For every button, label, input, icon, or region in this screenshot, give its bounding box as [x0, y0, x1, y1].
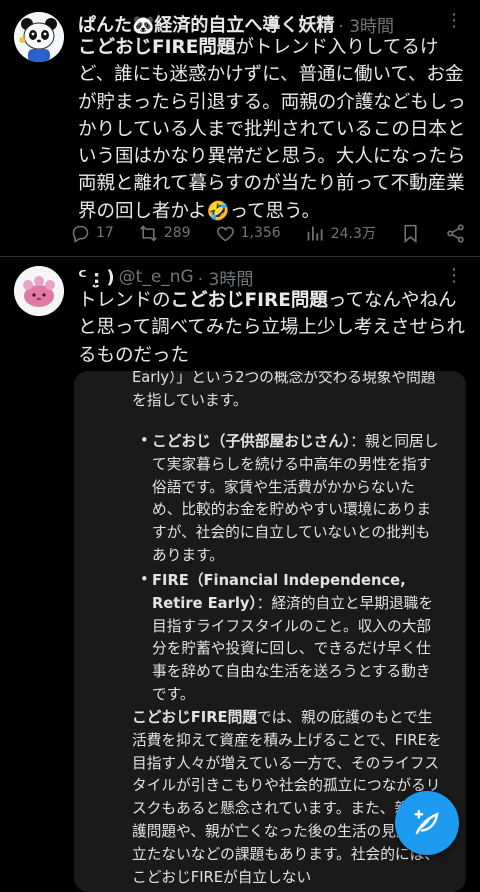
- post-1[interactable]: ぱんた🐼経済的自立へ導く妖精 · 3時間 ⋮ こどおじFIRE問題がトレンド入り…: [0, 0, 480, 256]
- bookmark-button[interactable]: [400, 223, 421, 244]
- card-paragraph: こどおじFIRE問題では、親の庇護のもとで生活費を抑えて資産を積み上げることで、…: [132, 707, 442, 889]
- view-count: 24.3万: [330, 226, 376, 242]
- card-intro-text: Early）」という2つの概念が交わる現象や問題を指しています。: [132, 371, 436, 409]
- more-options-icon[interactable]: ⋮: [445, 10, 464, 31]
- avatar[interactable]: [14, 266, 64, 316]
- hashtag-term[interactable]: こどおじFIRE問題: [171, 290, 328, 311]
- avatar[interactable]: [14, 12, 64, 62]
- like-button[interactable]: 1,356: [215, 223, 281, 244]
- card-paragraph-text: では、親の庇護のもとで生活費を抑えて資産を積み上げることで、FIREを目指す人々…: [132, 709, 442, 886]
- feather-plus-icon: [414, 809, 439, 835]
- user-handle[interactable]: @t_e_nG: [119, 267, 194, 287]
- more-options-icon[interactable]: ⋮: [445, 265, 464, 286]
- card-intro: Early）」という2つの概念が交わる現象や問題を指しています。: [132, 371, 442, 413]
- hashtag-term[interactable]: こどおじFIRE問題: [78, 37, 235, 58]
- bullet-1-term: こどおじ（子供部屋おじさん）: [152, 433, 351, 450]
- repost-button[interactable]: 289: [138, 223, 191, 244]
- creature-avatar-icon: [14, 266, 64, 316]
- compose-post-button[interactable]: [395, 791, 459, 855]
- reply-count: 17: [96, 225, 114, 241]
- share-button[interactable]: [445, 223, 466, 244]
- repost-icon: [139, 224, 157, 242]
- post-time[interactable]: · 3時間: [338, 12, 394, 37]
- views-button[interactable]: 24.3万: [305, 223, 376, 244]
- post-text: トレンドのこどおじFIRE問題ってなんやねんと思って調べてみたら立場上少し考えさ…: [78, 287, 466, 369]
- share-icon: [447, 223, 464, 243]
- card-bullet-1: こどおじ（子供部屋おじさん）：親と同居して実家暮らしを続ける中高年の男性を指す俗…: [152, 431, 442, 568]
- bullet-dot: •: [140, 432, 149, 449]
- reply-button[interactable]: 17: [70, 223, 114, 244]
- views-chart-icon: [307, 226, 323, 240]
- panda-avatar-icon: [14, 12, 64, 62]
- post-time[interactable]: · 3時間: [198, 265, 254, 290]
- display-name[interactable]: ᑦ :̤̮ ): [78, 267, 115, 288]
- card-bullet-2: FIRE（Financial Independence, Retire Earl…: [152, 570, 442, 707]
- post-text-rest: がトレンド入りしてるけど、誰にも迷惑かけずに、普通に働いて、お金が貯まったら引退…: [78, 37, 466, 222]
- reply-icon: [72, 225, 89, 243]
- like-count: 1,356: [240, 225, 281, 241]
- card-paragraph-term: こどおじFIRE問題: [132, 709, 257, 726]
- bullet-dot: •: [140, 571, 149, 588]
- action-bar: 17 289 1,356 24.3万: [70, 220, 466, 246]
- bookmark-icon: [404, 224, 417, 243]
- repost-count: 289: [163, 225, 191, 241]
- heart-icon: [216, 226, 234, 241]
- bullet-1-text: ：親と同居して実家暮らしを続ける中高年の男性を指す俗語です。家賃や生活費がかから…: [152, 433, 439, 564]
- post-text-pre: トレンドの: [78, 290, 171, 311]
- post-text: こどおじFIRE問題がトレンド入りしてるけど、誰にも迷惑かけずに、普通に働いて、…: [78, 34, 466, 225]
